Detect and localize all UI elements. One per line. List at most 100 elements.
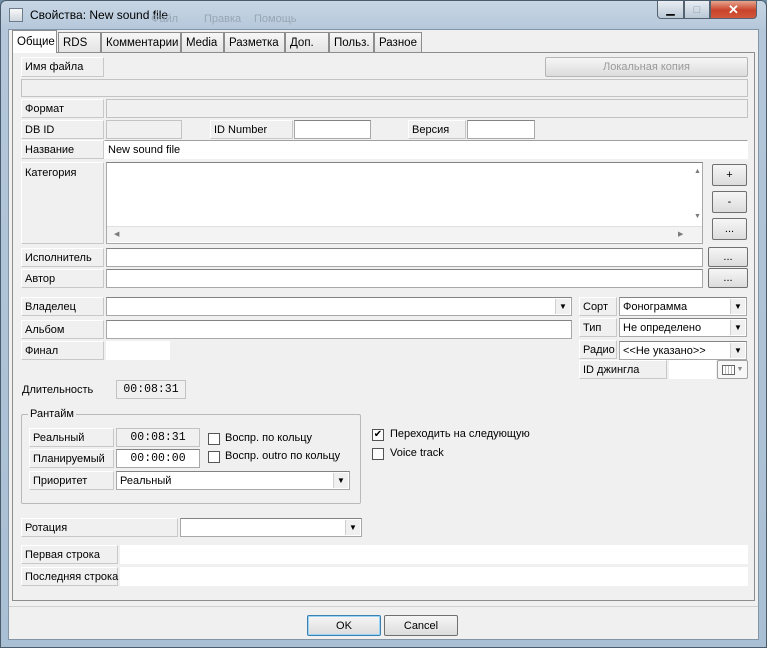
voice-track-label[interactable]: Voice track bbox=[390, 447, 444, 459]
rotation-select[interactable]: ▼ bbox=[180, 518, 362, 537]
priority-label: Приоритет bbox=[29, 471, 114, 490]
scroll-left-icon[interactable]: ◀ bbox=[114, 230, 119, 238]
checkmark-icon: ✔ bbox=[373, 429, 383, 440]
title-bar[interactable]: Свойства: New sound file Файл Правка Пом… bbox=[1, 1, 766, 29]
outro-loop-checkbox[interactable] bbox=[208, 451, 220, 463]
runtime-real-label: Реальный bbox=[29, 428, 114, 447]
calendar-icon bbox=[721, 364, 735, 375]
final-label: Финал bbox=[21, 341, 104, 360]
type-select[interactable]: Не определено ▼ bbox=[619, 318, 747, 337]
name-field[interactable]: New sound file bbox=[104, 140, 748, 159]
version-field[interactable] bbox=[467, 120, 535, 139]
format-label: Формат bbox=[21, 99, 104, 118]
owner-select[interactable]: ▼ bbox=[106, 297, 572, 316]
priority-value: Реальный bbox=[120, 474, 172, 487]
maximize-button[interactable]: □ bbox=[684, 1, 710, 19]
runtime-planned-field[interactable]: 00:00:00 bbox=[116, 449, 200, 468]
artist-label: Исполнитель bbox=[21, 248, 104, 267]
runtime-group-title: Рантайм bbox=[28, 408, 76, 420]
tab-rds[interactable]: RDS bbox=[58, 32, 101, 52]
background-menu-item: Файл bbox=[151, 13, 179, 25]
sort-value: Фонограмма bbox=[623, 300, 688, 313]
scroll-right-icon[interactable]: ▶ bbox=[678, 230, 683, 238]
album-field[interactable] bbox=[106, 320, 572, 339]
category-hscrollbar[interactable] bbox=[107, 226, 702, 242]
background-menu-item: Правка bbox=[204, 13, 242, 25]
chevron-down-icon[interactable]: ▼ bbox=[555, 299, 570, 314]
go-next-label[interactable]: Переходить на следующую bbox=[390, 428, 530, 440]
id-number-label: ID Number bbox=[210, 120, 293, 139]
footer-divider bbox=[9, 606, 758, 607]
final-field[interactable] bbox=[106, 341, 170, 360]
maximize-icon: □ bbox=[693, 3, 701, 16]
jingle-id-field[interactable] bbox=[669, 360, 716, 379]
tab-general[interactable]: Общие bbox=[12, 30, 57, 53]
sort-label: Сорт bbox=[579, 297, 617, 316]
id-number-field[interactable] bbox=[294, 120, 371, 139]
close-button[interactable]: ✕ bbox=[710, 1, 757, 19]
close-icon: ✕ bbox=[728, 1, 739, 17]
outro-loop-label[interactable]: Воспр. outro по кольцу bbox=[225, 450, 340, 462]
owner-label: Владелец bbox=[21, 297, 104, 316]
db-id-field[interactable] bbox=[106, 120, 182, 139]
type-value: Не определено bbox=[623, 321, 702, 334]
file-name-label: Имя файла bbox=[21, 57, 104, 77]
minimize-button[interactable]: ▁ bbox=[657, 1, 684, 19]
artist-field[interactable] bbox=[106, 248, 703, 267]
radio-label: Радио bbox=[579, 340, 617, 359]
tab-extra[interactable]: Доп. bbox=[285, 32, 329, 52]
runtime-planned-label: Планируемый bbox=[29, 449, 114, 468]
chevron-down-icon[interactable]: ▼ bbox=[730, 320, 745, 335]
duration-label: Длительность bbox=[22, 384, 94, 396]
first-line-label: Первая строка bbox=[21, 545, 118, 564]
jingle-picker-button[interactable]: ▼ bbox=[717, 360, 748, 379]
first-line-field[interactable] bbox=[120, 545, 748, 564]
radio-select[interactable]: <<Не указано>> ▼ bbox=[619, 341, 747, 360]
runtime-real-field: 00:08:31 bbox=[116, 428, 200, 447]
tab-markup[interactable]: Разметка bbox=[224, 32, 285, 52]
browse-artist-button[interactable]: ... bbox=[708, 247, 748, 267]
author-field[interactable] bbox=[106, 269, 703, 288]
browse-category-button[interactable]: ... bbox=[712, 218, 747, 240]
category-label: Категория bbox=[21, 162, 104, 244]
format-field[interactable] bbox=[106, 99, 748, 118]
tab-comments[interactable]: Комментарии bbox=[101, 32, 181, 52]
db-id-label: DB ID bbox=[21, 120, 104, 139]
browse-author-button[interactable]: ... bbox=[708, 268, 748, 288]
scroll-up-icon[interactable]: ▲ bbox=[694, 168, 701, 175]
file-name-field[interactable] bbox=[21, 79, 748, 97]
remove-category-button[interactable]: - bbox=[712, 191, 747, 213]
ok-button[interactable]: OK bbox=[307, 615, 381, 636]
go-next-checkbox[interactable]: ✔ bbox=[372, 429, 384, 441]
background-menu-item: Помощь bbox=[254, 13, 297, 25]
priority-select[interactable]: Реальный ▼ bbox=[116, 471, 350, 490]
tab-media[interactable]: Media bbox=[181, 32, 224, 52]
last-line-label: Последняя строка bbox=[21, 567, 118, 586]
chevron-down-icon[interactable]: ▼ bbox=[730, 343, 745, 358]
chevron-down-icon[interactable]: ▼ bbox=[730, 299, 745, 314]
scroll-down-icon[interactable]: ▼ bbox=[694, 213, 701, 220]
author-label: Автор bbox=[21, 269, 104, 288]
radio-value: <<Не указано>> bbox=[623, 344, 706, 357]
tab-misc[interactable]: Разное bbox=[374, 32, 422, 52]
add-category-button[interactable]: + bbox=[712, 164, 747, 186]
chevron-down-icon: ▼ bbox=[736, 366, 744, 373]
minimize-icon: ▁ bbox=[666, 4, 675, 16]
rotation-label: Ротация bbox=[21, 518, 178, 537]
chevron-down-icon[interactable]: ▼ bbox=[345, 520, 360, 535]
version-label: Версия bbox=[408, 120, 466, 139]
jingle-id-label: ID джингла bbox=[579, 360, 667, 379]
type-label: Тип bbox=[579, 318, 617, 337]
window-title: Свойства: New sound file bbox=[30, 8, 169, 22]
sort-select[interactable]: Фонограмма ▼ bbox=[619, 297, 747, 316]
cancel-button[interactable]: Cancel bbox=[384, 615, 458, 636]
last-line-field[interactable] bbox=[120, 567, 748, 586]
local-copy-button[interactable]: Локальная копия bbox=[545, 57, 748, 77]
voice-track-checkbox[interactable] bbox=[372, 448, 384, 460]
chevron-down-icon[interactable]: ▼ bbox=[333, 473, 348, 488]
loop-checkbox[interactable] bbox=[208, 433, 220, 445]
loop-label[interactable]: Воспр. по кольцу bbox=[225, 432, 312, 444]
tab-user[interactable]: Польз. bbox=[329, 32, 374, 52]
duration-field: 00:08:31 bbox=[116, 380, 186, 399]
app-icon bbox=[9, 8, 23, 22]
